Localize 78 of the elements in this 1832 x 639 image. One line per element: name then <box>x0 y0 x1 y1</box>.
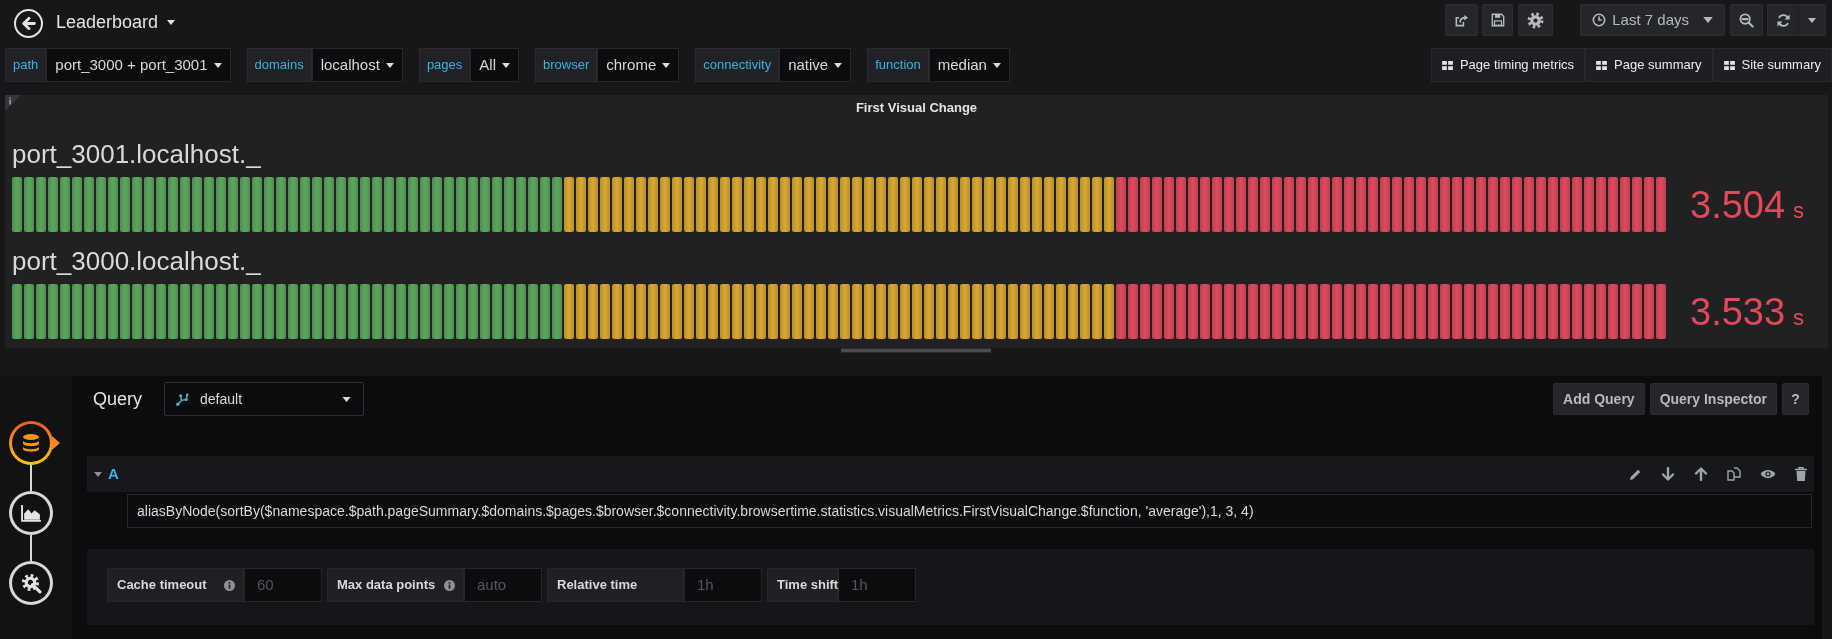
graph-nodes-icon <box>175 391 191 407</box>
refresh-icon <box>1775 12 1791 28</box>
caret-icon <box>662 62 671 68</box>
settings-button[interactable] <box>1518 4 1554 36</box>
datasource-dropdown[interactable]: default <box>164 382 365 416</box>
save-button[interactable] <box>1482 4 1514 36</box>
info-corner-icon <box>5 95 21 111</box>
variable-label: function <box>867 48 929 82</box>
back-button[interactable] <box>14 8 43 38</box>
gauge-label: port_3000.localhost._ <box>12 246 261 276</box>
caret-down-icon <box>94 471 102 477</box>
variable-dropdown[interactable]: All <box>470 48 519 82</box>
query-toggle[interactable]: A <box>94 462 119 486</box>
variable-dropdown[interactable]: native <box>779 48 852 82</box>
caret-icon <box>834 62 843 68</box>
variable-label: pages <box>418 48 471 82</box>
gauge-label: port_3001.localhost._ <box>12 139 261 169</box>
caret-icon <box>992 62 1001 68</box>
query-action-button[interactable]: Add Query <box>1553 383 1645 415</box>
copy-icon[interactable] <box>1727 467 1741 481</box>
caret-icon <box>385 62 394 68</box>
variable-dropdown[interactable]: port_3000 + port_3001 <box>46 48 231 82</box>
dashboard-title-button[interactable]: Leaderboard <box>56 9 176 36</box>
variable-dropdown[interactable]: chrome <box>597 48 680 82</box>
gauge-value: 3.533 <box>1690 289 1786 334</box>
caret-icon <box>342 396 352 402</box>
gauge-value: 3.504 <box>1690 182 1786 227</box>
time-range-button[interactable]: Last 7 days <box>1580 4 1725 36</box>
dashboard-link-button[interactable]: Site summary <box>1712 48 1832 82</box>
trash-icon[interactable] <box>1795 467 1807 481</box>
up-arrow-icon[interactable] <box>1694 467 1708 481</box>
grid-icon <box>1441 60 1453 70</box>
connector-line <box>30 535 32 561</box>
pointer-icon <box>52 436 60 450</box>
zoom-out-button[interactable] <box>1730 4 1763 36</box>
variable-dropdown[interactable]: median <box>928 48 1010 82</box>
query-action-button[interactable]: Query Inspector <box>1649 383 1777 415</box>
query-action-button[interactable]: ? <box>1782 383 1809 415</box>
gear-wrench-icon <box>20 572 42 594</box>
query-field[interactable]: aliasByNode(sortBy($namespace.$path.pageSummary.$domains.$pages.$browser.$connectivity.browsertime.statistics.visualMetrics.FirstVisualChange.$function, 'average'),1, 3, 4) <box>127 494 1812 528</box>
caret-icon <box>213 62 222 68</box>
variable-label: connectivity <box>695 48 780 82</box>
option-label: Max data points <box>337 576 436 595</box>
option-label: Cache timeout <box>117 576 207 595</box>
caret-icon <box>167 20 176 25</box>
pencil-icon[interactable] <box>1629 467 1642 481</box>
gauge-unit: s <box>1793 197 1805 224</box>
grid-icon <box>1723 60 1735 70</box>
variable-dropdown[interactable]: localhost <box>311 48 403 82</box>
area-chart-icon <box>20 504 42 522</box>
share-icon <box>1454 12 1470 28</box>
caret-icon <box>1808 17 1816 23</box>
query-heading: Query <box>93 387 143 411</box>
gauge-unit: s <box>1793 304 1805 331</box>
database-icon <box>21 433 41 453</box>
settings-icon <box>1527 11 1545 29</box>
left-arrow-icon <box>21 15 36 31</box>
zoom-out-icon <box>1739 12 1754 28</box>
clock-icon <box>1592 13 1607 27</box>
resize-handle[interactable] <box>841 348 991 353</box>
option-label: Time shift <box>777 576 839 595</box>
connector-line <box>30 465 32 491</box>
grid-icon <box>1596 60 1608 70</box>
option-label: Relative time <box>557 576 638 595</box>
step-button[interactable] <box>9 561 53 605</box>
panel-title: First Visual Change <box>855 99 978 118</box>
step-button[interactable] <box>9 491 53 535</box>
caret-icon <box>501 62 510 68</box>
variable-label: domains <box>246 48 312 82</box>
step-button[interactable] <box>9 421 53 465</box>
eye-icon[interactable] <box>1760 469 1776 479</box>
variable-label: path <box>5 48 47 82</box>
dashboard-link-button[interactable]: Page timing metrics <box>1430 48 1586 82</box>
down-arrow-icon[interactable] <box>1661 467 1675 481</box>
dashboard-link-button[interactable]: Page summary <box>1585 48 1713 82</box>
caret-icon <box>1703 17 1713 23</box>
variable-label: browser <box>534 48 598 82</box>
share-button[interactable] <box>1445 4 1479 36</box>
